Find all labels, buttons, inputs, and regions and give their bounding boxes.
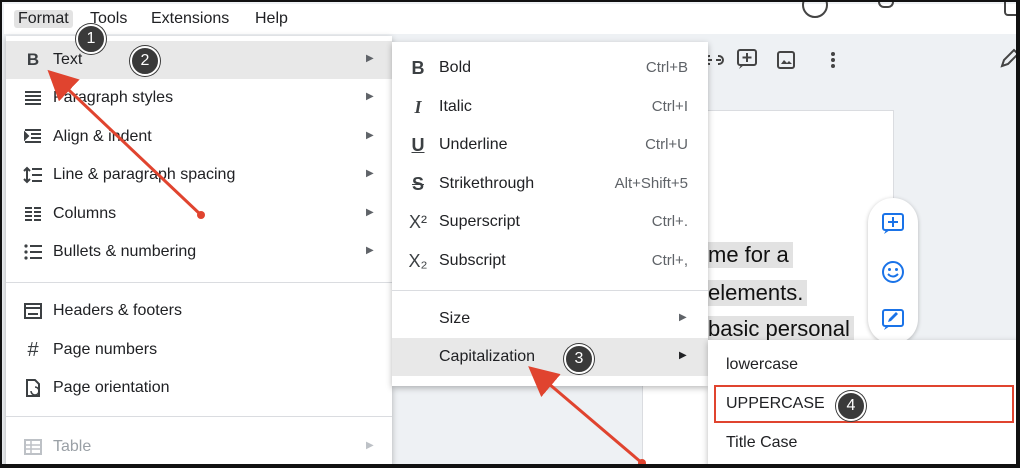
callout-4: 4: [836, 391, 866, 421]
arrow-to-capitalization: [528, 366, 643, 464]
callout-3: 3: [564, 344, 594, 374]
callout-1: 1: [76, 24, 106, 54]
callout-2: 2: [130, 46, 160, 76]
arrow-origin-dot: [197, 211, 205, 219]
arrow-origin-dot: [638, 459, 646, 464]
screenshot-frame: Format Tools Extensions Help me for a el…: [0, 0, 1020, 468]
arrow-to-text-menu: [47, 69, 203, 217]
